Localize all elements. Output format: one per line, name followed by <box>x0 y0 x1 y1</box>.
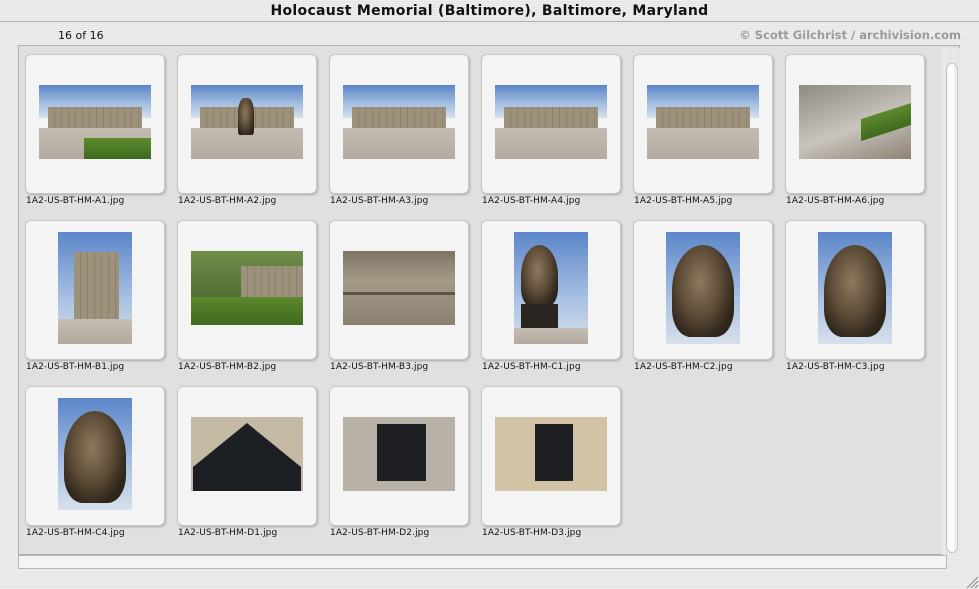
thumbnail-card[interactable] <box>177 386 317 526</box>
thumbnail-card[interactable] <box>177 54 317 194</box>
thumbnail-filename: 1A2-US-BT-HM-A1.jpg <box>26 196 125 206</box>
thumbnail-card[interactable] <box>481 220 621 360</box>
thumbnail-image[interactable] <box>514 232 588 344</box>
thumbnail-filename: 1A2-US-BT-HM-A5.jpg <box>634 196 733 206</box>
thumbnail-filename: 1A2-US-BT-HM-D3.jpg <box>482 528 582 538</box>
thumbnail-filename: 1A2-US-BT-HM-B2.jpg <box>178 362 277 372</box>
thumbnail-image[interactable] <box>818 232 892 344</box>
thumbnail-card[interactable] <box>329 220 469 360</box>
window-title-bar[interactable]: Holocaust Memorial (Baltimore), Baltimor… <box>0 0 979 22</box>
thumbnail-filename: 1A2-US-BT-HM-A6.jpg <box>786 196 885 206</box>
thumbnail-card[interactable] <box>177 220 317 360</box>
thumbnail-filename: 1A2-US-BT-HM-C1.jpg <box>482 362 581 372</box>
image-counter: 16 of 16 <box>58 29 104 42</box>
thumbnail-image[interactable] <box>666 232 740 344</box>
thumbnail-image[interactable] <box>343 417 455 491</box>
thumbnail-image[interactable] <box>191 417 303 491</box>
thumbnail-filename: 1A2-US-BT-HM-A4.jpg <box>482 196 581 206</box>
thumbnail-card[interactable] <box>633 220 773 360</box>
thumbnail-filename: 1A2-US-BT-HM-A2.jpg <box>178 196 277 206</box>
thumbnail-image[interactable] <box>799 85 911 159</box>
thumbnail-card[interactable] <box>25 386 165 526</box>
thumbnail-card[interactable] <box>481 54 621 194</box>
thumbnail-filename: 1A2-US-BT-HM-C3.jpg <box>786 362 885 372</box>
thumbnail-image[interactable] <box>647 85 759 159</box>
photo-credit: © Scott Gilchrist / archivision.com <box>739 28 961 42</box>
status-strip <box>18 555 947 569</box>
thumbnail-filename: 1A2-US-BT-HM-A3.jpg <box>330 196 429 206</box>
thumbnail-filename: 1A2-US-BT-HM-B3.jpg <box>330 362 429 372</box>
thumbnail-image[interactable] <box>191 251 303 325</box>
resize-grip-icon[interactable] <box>964 574 979 589</box>
thumbnail-card[interactable] <box>329 54 469 194</box>
thumbnail-filename: 1A2-US-BT-HM-B1.jpg <box>26 362 125 372</box>
vertical-scrollbar-thumb[interactable] <box>946 63 958 553</box>
window-title: Holocaust Memorial (Baltimore), Baltimor… <box>270 3 709 19</box>
thumbnail-filename: 1A2-US-BT-HM-C2.jpg <box>634 362 733 372</box>
thumbnail-card[interactable] <box>329 386 469 526</box>
thumbnail-image[interactable] <box>343 85 455 159</box>
thumbnail-card[interactable] <box>481 386 621 526</box>
thumbnail-card[interactable] <box>785 54 925 194</box>
thumbnail-image[interactable] <box>343 251 455 325</box>
thumbnail-image[interactable] <box>39 85 151 159</box>
thumbnail-card[interactable] <box>25 220 165 360</box>
thumbnail-card[interactable] <box>785 220 925 360</box>
thumbnail-image[interactable] <box>495 417 607 491</box>
thumbnail-image[interactable] <box>495 85 607 159</box>
thumbnail-filename: 1A2-US-BT-HM-D2.jpg <box>330 528 430 538</box>
thumbnail-filename: 1A2-US-BT-HM-C4.jpg <box>26 528 125 538</box>
thumbnail-card[interactable] <box>25 54 165 194</box>
thumbnail-image[interactable] <box>58 232 132 344</box>
thumbnail-image[interactable] <box>58 398 132 510</box>
thumbnail-card[interactable] <box>633 54 773 194</box>
thumbnail-filename: 1A2-US-BT-HM-D1.jpg <box>178 528 278 538</box>
thumbnail-image[interactable] <box>191 85 303 159</box>
